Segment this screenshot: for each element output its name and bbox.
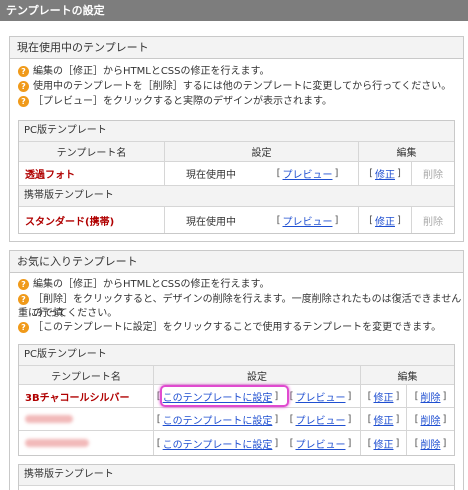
mobile-section-label: 携帯版テンプレート [19, 465, 454, 486]
favorite-templates-title: お気に入りテンプレート [10, 251, 463, 273]
favorite-templates-table: PC版テンプレート テンプレート名 設定 編集 3Bチャコールシルバー [このテ… [18, 344, 455, 456]
template-name: 透過フォト [25, 170, 75, 181]
set-template-link[interactable]: このテンプレートに設定 [163, 412, 273, 427]
favorite-templates-panel: お気に入りテンプレート ? 編集の［修正］からHTMLとCSSの修正を行えます。… [9, 250, 464, 490]
info-icon: ? [18, 322, 29, 333]
table-row: スタンダード(携帯) 現在使用中 [プレビュー] [修正] 削除 [19, 207, 454, 233]
delete-disabled: 削除 [423, 216, 443, 228]
page-title: テンプレートの設定 [0, 0, 468, 21]
current-template-table: PC版テンプレート テンプレート名 設定 編集 透過フォト 現在使用中 [プレビ… [18, 120, 455, 234]
delete-link[interactable]: 削除 [421, 412, 441, 427]
current-template-panel: 現在使用中のテンプレート ? 編集の［修正］からHTMLとCSSの修正を行えます… [9, 36, 464, 242]
info-icon: ? [18, 294, 29, 305]
info-note: ? ［このテンプレートに設定］をクリックすることで使用するテンプレートを変更でき… [18, 321, 441, 335]
table-row: 透過フォト 現在使用中 [プレビュー] [修正] 削除 [19, 162, 454, 186]
pc-section-label: PC版テンプレート [19, 345, 454, 366]
edit-link[interactable]: 修正 [374, 389, 394, 404]
template-name: スタンダード(携帯) [25, 216, 115, 228]
col-name-header: テンプレート名 [51, 371, 121, 383]
preview-link[interactable]: プレビュー [296, 436, 346, 451]
col-setting-header: 設定 [153, 366, 360, 384]
edit-link[interactable]: 修正 [374, 412, 394, 427]
col-edit-header: 編集 [360, 366, 454, 384]
col-edit-header: 編集 [358, 142, 454, 161]
preview-link[interactable]: プレビュー [296, 389, 346, 404]
table-row: [このテンプレートに設定] [プレビュー] [修正] [削除] [19, 408, 454, 431]
highlight-ring [160, 385, 289, 407]
pc-section-label: PC版テンプレート [19, 121, 454, 142]
table-header: テンプレート名 設定 編集 [19, 142, 454, 162]
edit-link[interactable]: 修正 [375, 213, 395, 228]
info-note: ? 編集の［修正］からHTMLとCSSの修正を行えます。 [18, 278, 270, 292]
status-text: 現在使用中 [164, 162, 257, 185]
status-text: 現在使用中 [164, 207, 257, 233]
info-icon: ? [18, 81, 29, 92]
info-icon: ? [18, 96, 29, 107]
info-icon: ? [18, 279, 29, 290]
mobile-section-label: 携帯版テンプレート [19, 186, 454, 207]
col-name-header: テンプレート名 [56, 148, 127, 159]
edit-link[interactable]: 修正 [375, 166, 395, 181]
blurred-template-name [25, 439, 89, 447]
blurred-template-name [25, 415, 73, 423]
delete-link[interactable]: 削除 [421, 436, 441, 451]
template-name: 3Bチャコールシルバー [25, 392, 130, 404]
delete-disabled: 削除 [423, 170, 443, 181]
preview-link[interactable]: プレビュー [283, 213, 333, 228]
info-note: ? 使用中のテンプレートを［削除］するには他のテンプレートに変更してから行ってく… [18, 80, 451, 94]
preview-link[interactable]: プレビュー [283, 166, 333, 181]
mobile-favorites-table: 携帯版テンプレート [18, 464, 455, 490]
table-row: [このテンプレートに設定] [プレビュー] [修正] [削除] [19, 431, 454, 455]
table-header: テンプレート名 設定 編集 [19, 366, 454, 385]
col-setting-header: 設定 [164, 142, 358, 161]
delete-link[interactable]: 削除 [421, 389, 441, 404]
set-template-link[interactable]: このテンプレートに設定 [163, 436, 273, 451]
info-icon: ? [18, 66, 29, 77]
current-template-title: 現在使用中のテンプレート [10, 37, 463, 59]
info-note-continued: 重に行ってください。 [18, 308, 118, 319]
preview-link[interactable]: プレビュー [296, 412, 346, 427]
info-note: ? 編集の［修正］からHTMLとCSSの修正を行えます。 [18, 65, 270, 79]
info-note: ? ［プレビュー］をクリックすると実際のデザインが表示されます。 [18, 95, 332, 109]
edit-link[interactable]: 修正 [374, 436, 394, 451]
